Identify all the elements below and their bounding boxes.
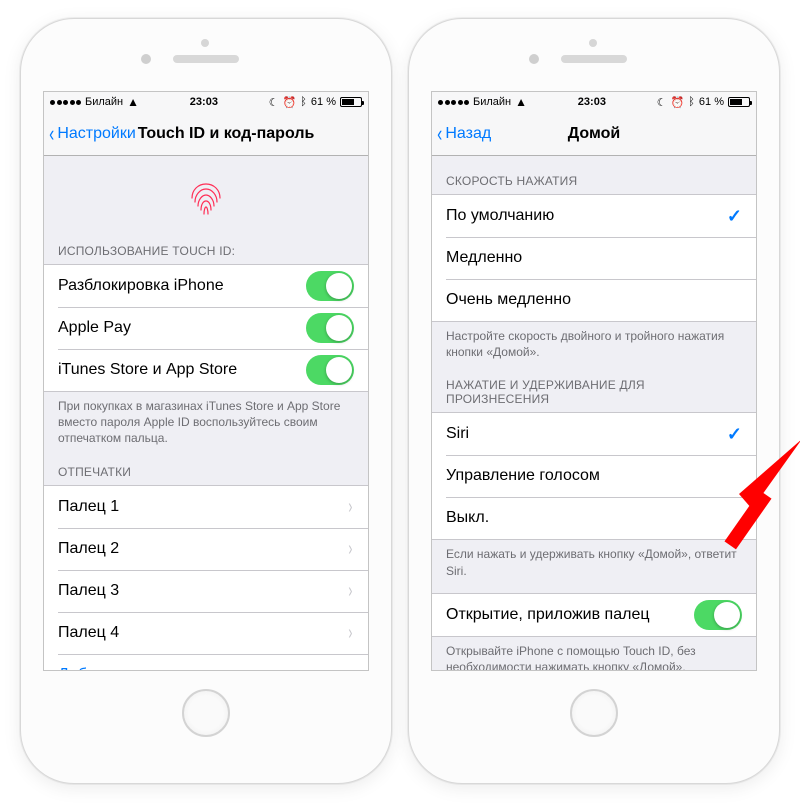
chevron-right-icon: › (349, 497, 353, 517)
row-unlock-iphone[interactable]: Разблокировка iPhone (44, 265, 368, 307)
bluetooth-icon: ᛒ (688, 96, 695, 108)
bluetooth-icon: ᛒ (300, 96, 307, 108)
row-itunes[interactable]: iTunes Store и App Store (44, 349, 368, 391)
carrier-label: Билайн (473, 96, 511, 108)
row-label: Палец 1 (58, 498, 119, 516)
row-add-fingerprint[interactable]: Добавить отпечаток… (44, 654, 368, 670)
toggle-itunes[interactable] (306, 355, 354, 385)
back-label: Настройки (57, 125, 135, 143)
row-label: Палец 2 (58, 540, 119, 558)
row-apple-pay[interactable]: Apple Pay (44, 307, 368, 349)
back-button[interactable]: ‹ Назад (436, 125, 491, 143)
moon-icon: ☾ (657, 96, 667, 109)
section-header-speed: СКОРОСТЬ НАЖАТИЯ (432, 156, 756, 194)
section-header-fingers: ОТПЕЧАТКИ (44, 455, 368, 485)
row-label: Управление голосом (446, 467, 600, 485)
toggle-apple-pay[interactable] (306, 313, 354, 343)
chevron-right-icon: › (349, 623, 353, 643)
battery-pct: 61 % (311, 96, 336, 108)
statusbar: Билайн ▲ 23:03 ☾ ⏰ ᛒ 61 % (44, 92, 368, 112)
speed-group: По умолчанию ✓ Медленно Очень медленно (432, 194, 756, 322)
section-header-usage: ИСПОЛЬЗОВАНИЕ TOUCH ID: (44, 226, 368, 264)
iphone-right: Билайн ▲ 23:03 ☾ ⏰ ᛒ 61 % ‹ Назад Домой (408, 18, 780, 784)
row-label: Открытие, приложив палец (446, 606, 650, 624)
speed-footer: Настройте скорость двойного и тройного н… (432, 322, 756, 368)
wifi-icon: ▲ (127, 95, 139, 109)
wifi-icon: ▲ (515, 95, 527, 109)
battery-icon (340, 97, 362, 107)
row-label: Медленно (446, 249, 522, 267)
section-header-hold: НАЖАТИЕ И УДЕРЖИВАНИЕ ДЛЯ ПРОИЗНЕСЕНИЯ (432, 368, 756, 412)
proximity-sensor (589, 39, 597, 47)
toggle-rest-finger[interactable] (694, 600, 742, 630)
rest-finger-group: Открытие, приложив палец (432, 593, 756, 637)
screen-right: Билайн ▲ 23:03 ☾ ⏰ ᛒ 61 % ‹ Назад Домой (431, 91, 757, 671)
row-finger-3[interactable]: Палец 3 › (44, 570, 368, 612)
rest-finger-footer: Открывайте iPhone с помощью Touch ID, бе… (432, 637, 756, 670)
front-camera (529, 54, 539, 64)
home-button[interactable] (570, 689, 618, 737)
row-finger-4[interactable]: Палец 4 › (44, 612, 368, 654)
row-label: Выкл. (446, 509, 489, 527)
front-camera (141, 54, 151, 64)
settings-content-right[interactable]: СКОРОСТЬ НАЖАТИЯ По умолчанию ✓ Медленно… (432, 156, 756, 670)
nav-bar: ‹ Назад Домой (432, 112, 756, 156)
row-label: Siri (446, 425, 469, 443)
settings-content-left[interactable]: ИСПОЛЬЗОВАНИЕ TOUCH ID: Разблокировка iP… (44, 156, 368, 670)
row-finger-1[interactable]: Палец 1 › (44, 486, 368, 528)
chevron-right-icon: › (349, 581, 353, 601)
moon-icon: ☾ (269, 96, 279, 109)
battery-icon (728, 97, 750, 107)
row-hold-siri[interactable]: Siri ✓ (432, 413, 756, 455)
page-title: Touch ID и код-пароль (138, 125, 315, 143)
nav-bar: ‹ Настройки Touch ID и код-пароль (44, 112, 368, 156)
signal-icon (50, 100, 81, 105)
signal-icon (438, 100, 469, 105)
row-speed-default[interactable]: По умолчанию ✓ (432, 195, 756, 237)
check-icon: ✓ (727, 424, 742, 445)
hold-group: Siri ✓ Управление голосом Выкл. (432, 412, 756, 540)
earpiece (173, 55, 239, 63)
row-label: Разблокировка iPhone (58, 277, 224, 295)
row-label: Палец 3 (58, 582, 119, 600)
row-label: Палец 4 (58, 624, 119, 642)
iphone-left: Билайн ▲ 23:03 ☾ ⏰ ᛒ 61 % ‹ Настройки (20, 18, 392, 784)
battery-pct: 61 % (699, 96, 724, 108)
chevron-right-icon: › (349, 539, 353, 559)
usage-group: Разблокировка iPhone Apple Pay iTunes St… (44, 264, 368, 392)
clock: 23:03 (190, 96, 218, 108)
alarm-icon: ⏰ (671, 96, 685, 109)
back-button[interactable]: ‹ Настройки (48, 125, 136, 143)
alarm-icon: ⏰ (283, 96, 297, 109)
row-label: Добавить отпечаток… (58, 666, 222, 670)
carrier-label: Билайн (85, 96, 123, 108)
row-label: Очень медленно (446, 291, 571, 309)
proximity-sensor (201, 39, 209, 47)
screen-left: Билайн ▲ 23:03 ☾ ⏰ ᛒ 61 % ‹ Настройки (43, 91, 369, 671)
hold-footer: Если нажать и удерживать кнопку «Домой»,… (432, 540, 756, 586)
toggle-unlock[interactable] (306, 271, 354, 301)
row-label: iTunes Store и App Store (58, 361, 237, 379)
row-hold-voice[interactable]: Управление голосом (432, 455, 756, 497)
check-icon: ✓ (727, 206, 742, 227)
fingerprint-icon (44, 156, 368, 226)
row-label: По умолчанию (446, 207, 554, 225)
row-speed-slow[interactable]: Медленно (432, 237, 756, 279)
usage-footer: При покупках в магазинах iTunes Store и … (44, 392, 368, 455)
row-label: Apple Pay (58, 319, 131, 337)
row-hold-off[interactable]: Выкл. (432, 497, 756, 539)
clock: 23:03 (578, 96, 606, 108)
row-finger-2[interactable]: Палец 2 › (44, 528, 368, 570)
row-speed-slowest[interactable]: Очень медленно (432, 279, 756, 321)
page-title: Домой (568, 125, 620, 142)
earpiece (561, 55, 627, 63)
statusbar: Билайн ▲ 23:03 ☾ ⏰ ᛒ 61 % (432, 92, 756, 112)
home-button[interactable] (182, 689, 230, 737)
row-rest-finger[interactable]: Открытие, приложив палец (432, 594, 756, 636)
back-label: Назад (445, 125, 491, 143)
fingers-group: Палец 1 › Палец 2 › Палец 3 › Палец 4 › (44, 485, 368, 670)
